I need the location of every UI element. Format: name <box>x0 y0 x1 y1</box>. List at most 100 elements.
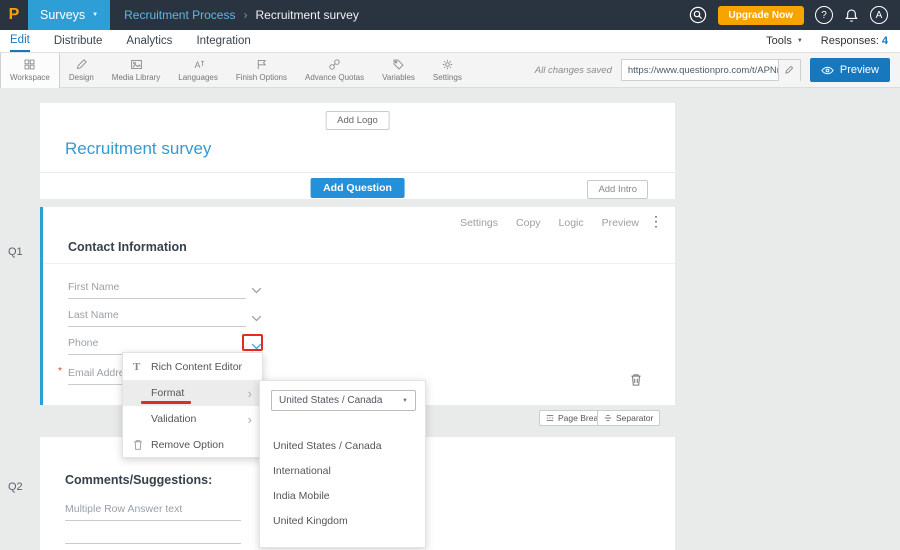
format-option-us-canada[interactable]: United States / Canada <box>273 440 382 452</box>
submenu-arrow-icon: › <box>248 413 252 426</box>
toolbar-item-variables[interactable]: Variables <box>373 53 424 88</box>
question1-heading[interactable]: Contact Information <box>68 240 187 254</box>
question-settings-link[interactable]: Settings <box>460 217 498 229</box>
responses-count: 4 <box>882 35 888 47</box>
workspace-grid-icon <box>23 58 36 71</box>
preview-button[interactable]: Preview <box>810 58 890 82</box>
chain-link-icon <box>328 58 341 71</box>
breadcrumb-current: Recruitment survey <box>255 8 358 22</box>
row-context-menu: T Rich Content Editor Format › Validatio… <box>122 352 263 458</box>
format-option-international[interactable]: International <box>273 465 331 477</box>
toolbar-label: Advance Quotas <box>305 73 364 82</box>
question-copy-link[interactable]: Copy <box>516 217 541 229</box>
responses-label: Responses: <box>821 35 879 47</box>
menubar-right-group: Tools ▼ Responses:4 <box>766 35 900 47</box>
autosave-status: All changes saved <box>535 65 612 76</box>
edit-url-button[interactable] <box>778 60 800 81</box>
chevron-down-icon: ▼ <box>797 38 803 44</box>
surveys-label: Surveys <box>40 8 85 22</box>
question2-id: Q2 <box>8 481 23 493</box>
avatar[interactable]: A <box>870 6 888 24</box>
divider <box>40 172 675 173</box>
tab-distribute[interactable]: Distribute <box>54 30 103 52</box>
last-name-input[interactable]: Last Name <box>68 301 246 327</box>
phone-format-select[interactable]: United States / Canada ▼ <box>271 390 416 411</box>
menu-item-remove-option[interactable]: Remove Option <box>123 432 262 458</box>
question-logic-link[interactable]: Logic <box>559 217 584 229</box>
toolbar-label: Design <box>69 73 94 82</box>
tab-integration[interactable]: Integration <box>196 30 250 52</box>
page-break-label: Page Break <box>558 413 602 423</box>
tab-analytics[interactable]: Analytics <box>126 30 172 52</box>
flag-icon <box>255 58 268 71</box>
more-options-icon[interactable]: ⋮ <box>649 213 663 230</box>
row-menu-chevron-icon[interactable] <box>251 315 262 322</box>
surveys-menu-button[interactable]: Surveys ▼ <box>28 0 110 30</box>
toolbar-label: Settings <box>433 73 462 82</box>
preview-label: Preview <box>840 64 879 76</box>
toolbar-item-design[interactable]: Design <box>60 53 103 88</box>
question-preview-link[interactable]: Preview <box>602 217 639 229</box>
separator-button[interactable]: Separator <box>597 410 660 426</box>
notifications-bell-icon[interactable] <box>844 8 859 23</box>
toolbar-item-media-library[interactable]: Media Library <box>103 53 169 88</box>
breadcrumb-parent[interactable]: Recruitment Process <box>124 8 235 22</box>
selected-format: United States / Canada <box>279 395 382 406</box>
survey-canvas: Add Logo Recruitment survey Add Question… <box>0 88 900 550</box>
toolbar-item-languages[interactable]: A Languages <box>169 53 227 88</box>
menu-item-label: Rich Content Editor <box>151 361 242 373</box>
toolbar-label: Workspace <box>10 73 50 82</box>
question1-actions: Settings Copy Logic Preview <box>460 217 639 229</box>
image-icon <box>130 58 143 71</box>
divider <box>43 263 675 264</box>
help-icon[interactable]: ? <box>815 6 833 24</box>
delete-question-icon[interactable] <box>630 373 642 387</box>
breadcrumb-separator: › <box>243 8 247 22</box>
survey-title[interactable]: Recruitment survey <box>65 139 211 159</box>
toolbar-item-advance-quotas[interactable]: Advance Quotas <box>296 53 373 88</box>
add-question-button[interactable]: Add Question <box>310 178 405 198</box>
menu-item-format[interactable]: Format › <box>123 380 262 406</box>
toolbar-label: Media Library <box>112 73 160 82</box>
topbar-right-group: Upgrade Now ? A <box>689 6 900 25</box>
text-format-icon: T <box>133 361 151 373</box>
comments-textarea[interactable]: Multiple Row Answer text <box>65 495 241 521</box>
svg-text:A: A <box>194 60 200 70</box>
survey-header-card: Add Logo Recruitment survey Add Question… <box>40 103 675 199</box>
toolbar-label: Finish Options <box>236 73 287 82</box>
pencil-icon <box>75 58 88 71</box>
question1-id: Q1 <box>8 246 23 258</box>
breadcrumb: Recruitment Process › Recruitment survey <box>124 8 359 22</box>
tools-dropdown[interactable]: Tools ▼ <box>766 35 803 47</box>
format-option-india-mobile[interactable]: India Mobile <box>273 490 330 502</box>
language-icon: A <box>192 58 205 71</box>
submenu-arrow-icon: › <box>248 387 252 400</box>
responses-counter[interactable]: Responses:4 <box>821 35 888 47</box>
toolbar-item-finish-options[interactable]: Finish Options <box>227 53 296 88</box>
tools-label: Tools <box>766 35 792 47</box>
question2-heading[interactable]: Comments/Suggestions: <box>65 473 212 487</box>
add-intro-button[interactable]: Add Intro <box>587 180 648 199</box>
menu-item-validation[interactable]: Validation › <box>123 406 262 432</box>
row-menu-chevron-icon[interactable] <box>251 287 262 294</box>
row-menu-chevron-icon-phone[interactable] <box>251 343 262 350</box>
toolbar-label: Languages <box>178 73 218 82</box>
questionpro-logo[interactable]: P <box>0 6 28 24</box>
toolbar-item-workspace[interactable]: Workspace <box>0 53 60 88</box>
annotation-underline <box>141 401 191 404</box>
toolbar-right-group: All changes saved https://www.questionpr… <box>535 58 900 82</box>
survey-url[interactable]: https://www.questionpro.com/t/APNrFZ <box>622 65 778 76</box>
upgrade-now-button[interactable]: Upgrade Now <box>718 6 804 25</box>
toolbar-item-settings[interactable]: Settings <box>424 53 471 88</box>
menu-item-rich-content-editor[interactable]: T Rich Content Editor <box>123 354 262 380</box>
format-option-united-kingdom[interactable]: United Kingdom <box>273 515 348 527</box>
survey-url-box: https://www.questionpro.com/t/APNrFZ <box>621 59 801 81</box>
menu-item-label: Format <box>151 387 184 399</box>
format-submenu-panel: United States / Canada ▼ United States /… <box>259 380 426 548</box>
search-icon[interactable] <box>689 6 707 24</box>
tab-edit[interactable]: Edit <box>10 30 30 52</box>
editor-toolbar: Workspace Design Media Library A Languag… <box>0 53 900 88</box>
first-name-input[interactable]: First Name <box>68 273 246 299</box>
tag-icon <box>392 58 405 71</box>
add-logo-button[interactable]: Add Logo <box>325 111 390 130</box>
